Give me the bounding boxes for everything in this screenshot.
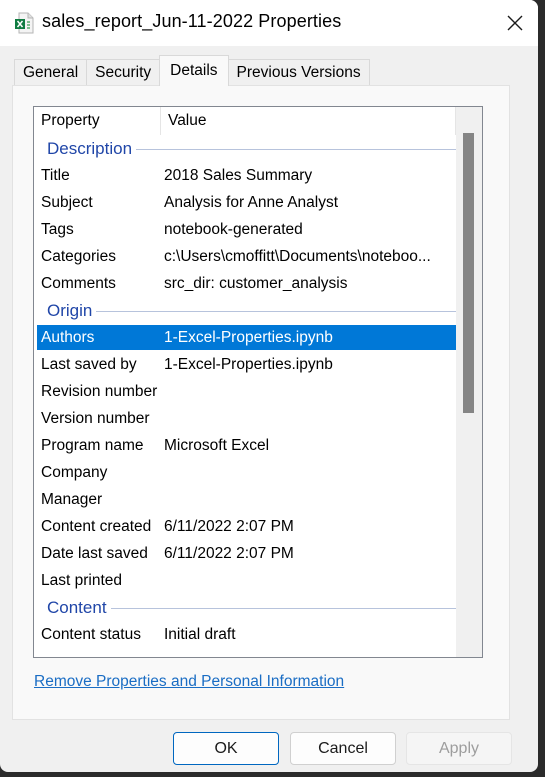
cancel-button[interactable]: Cancel: [290, 732, 396, 765]
group-divider: [48, 311, 472, 312]
property-name: Tags: [41, 220, 74, 238]
group-label: Origin: [34, 300, 97, 321]
list-item[interactable]: Tags notebook-generated: [37, 216, 456, 243]
property-name: Content created: [41, 517, 152, 535]
property-value: src_dir: customer_analysis: [164, 274, 348, 292]
details-panel: Property Value Description Title 2018 Sal…: [12, 85, 510, 720]
property-name: Revision number: [41, 382, 158, 400]
list-item-selected[interactable]: Authors 1-Excel-Properties.ipynb: [37, 325, 456, 350]
excel-file-icon: [14, 12, 34, 34]
group-label: Description: [34, 138, 137, 159]
list-item[interactable]: Content status Initial draft: [37, 621, 456, 648]
property-value: 1-Excel-Properties.ipynb: [164, 328, 333, 346]
property-name: Version number: [41, 409, 150, 427]
list-item[interactable]: Last printed: [37, 567, 456, 594]
tab-previous-versions[interactable]: Previous Versions: [227, 59, 370, 86]
list-item[interactable]: Subject Analysis for Anne Analyst: [37, 189, 456, 216]
property-name: Title: [41, 166, 70, 184]
property-name: Subject: [41, 193, 93, 211]
property-name: Content status: [41, 625, 141, 643]
property-name: Authors: [41, 328, 95, 346]
list-item[interactable]: Version number: [37, 405, 456, 432]
property-value: 2018 Sales Summary: [164, 166, 313, 184]
list-item[interactable]: Categories c:\Users\cmoffitt\Documents\no…: [37, 243, 456, 270]
tab-details[interactable]: Details: [159, 55, 229, 86]
property-name: Last printed: [41, 571, 122, 589]
property-value: 6/11/2022 2:07 PM: [164, 517, 294, 535]
group-divider: [48, 608, 472, 609]
property-name: Date last saved: [41, 544, 148, 562]
title-bar: sales_report_Jun-11-2022 Properties: [0, 0, 538, 46]
window-title: sales_report_Jun-11-2022 Properties: [42, 11, 342, 31]
group-header-origin: Origin: [34, 297, 472, 324]
close-icon: [507, 15, 523, 31]
property-value: Microsoft Excel: [164, 436, 270, 454]
tab-strip: General Security Details Previous Versio…: [14, 55, 370, 86]
group-header-description: Description: [34, 135, 472, 162]
ok-button[interactable]: OK: [173, 732, 279, 765]
properties-list[interactable]: Property Value Description Title 2018 Sal…: [33, 106, 483, 658]
property-value: c:\Users\cmoffitt\Documents\noteboo...: [164, 247, 431, 265]
list-item[interactable]: Revision number: [37, 378, 456, 405]
tab-security[interactable]: Security: [86, 59, 161, 86]
list-item[interactable]: Program name Microsoft Excel: [37, 432, 456, 459]
column-header-property[interactable]: Property: [34, 107, 161, 135]
list-item[interactable]: Title 2018 Sales Summary: [37, 162, 456, 189]
column-header-value[interactable]: Value: [161, 107, 456, 135]
property-value: notebook-generated: [164, 220, 303, 238]
property-name: Program name: [41, 436, 144, 454]
property-value: 6/11/2022 2:07 PM: [164, 544, 294, 562]
list-item[interactable]: Company: [37, 459, 456, 486]
scrollbar-thumb[interactable]: [463, 133, 474, 413]
list-item[interactable]: Last saved by 1-Excel-Properties.ipynb: [37, 351, 456, 378]
list-rows: Description Title 2018 Sales Summary Subj…: [34, 135, 472, 648]
list-item[interactable]: Content created 6/11/2022 2:07 PM: [37, 513, 456, 540]
property-value: Initial draft: [164, 625, 236, 643]
property-name: Comments: [41, 274, 116, 292]
close-button[interactable]: [492, 0, 538, 46]
property-name: Manager: [41, 490, 103, 508]
list-item[interactable]: Manager: [37, 486, 456, 513]
properties-dialog: sales_report_Jun-11-2022 Properties Gene…: [0, 0, 538, 772]
apply-button[interactable]: Apply: [406, 732, 512, 765]
list-item[interactable]: Date last saved 6/11/2022 2:07 PM: [37, 540, 456, 567]
property-value: Analysis for Anne Analyst: [164, 193, 339, 211]
vertical-scrollbar[interactable]: [456, 107, 482, 657]
list-item[interactable]: Comments src_dir: customer_analysis: [37, 270, 456, 297]
property-value: 1-Excel-Properties.ipynb: [164, 355, 333, 373]
group-label: Content: [34, 597, 111, 618]
group-header-content: Content: [34, 594, 472, 621]
property-name: Categories: [41, 247, 116, 265]
property-name: Company: [41, 463, 108, 481]
tab-general[interactable]: General: [14, 59, 88, 86]
property-name: Last saved by: [41, 355, 137, 373]
remove-properties-link[interactable]: Remove Properties and Personal Informati…: [34, 673, 344, 691]
list-header: Property Value: [34, 107, 456, 135]
